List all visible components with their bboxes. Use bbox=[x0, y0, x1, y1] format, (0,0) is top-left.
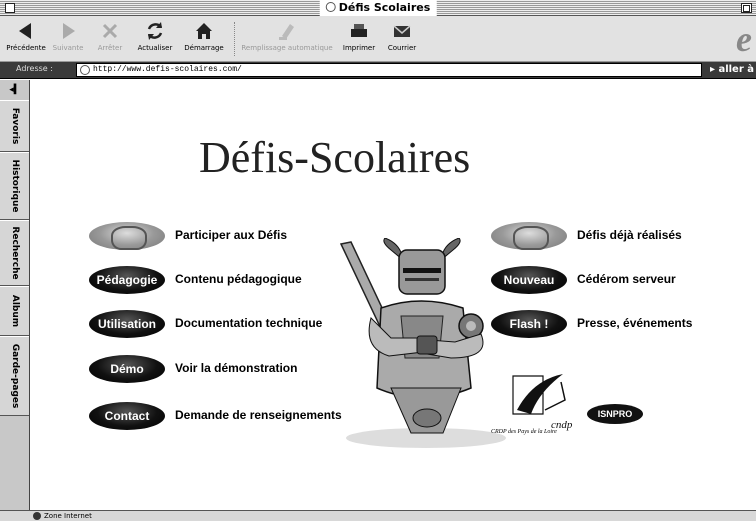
browser-toolbar: Précédente Suivante Arrêter Actualiser D… bbox=[0, 16, 756, 62]
stop-x-icon bbox=[102, 23, 118, 39]
sidebar-tab-garde-pages[interactable]: Garde-pages bbox=[0, 336, 29, 416]
sidebar-tab-album[interactable]: Album bbox=[0, 286, 29, 336]
menu-contact[interactable]: Contact Demande de renseignements bbox=[89, 402, 349, 430]
menu-demo[interactable]: Démo Voir la démonstration bbox=[89, 355, 349, 383]
home-button[interactable]: Démarrage bbox=[182, 20, 226, 52]
participer-button[interactable] bbox=[89, 222, 165, 250]
close-box[interactable] bbox=[5, 3, 15, 13]
flash-button[interactable]: Flash ! bbox=[491, 310, 567, 338]
collapse-sidebar-button[interactable]: ◂▍ bbox=[2, 83, 28, 97]
cndp-logo: cndp bbox=[512, 374, 573, 431]
toolbar-separator bbox=[234, 22, 235, 56]
mail-icon bbox=[393, 25, 411, 37]
url-text: http://www.defis-scolaires.com/ bbox=[93, 65, 242, 74]
address-bar: Adresse : http://www.defis-scolaires.com… bbox=[0, 62, 756, 79]
back-button[interactable]: Précédente bbox=[6, 20, 46, 52]
zoom-box[interactable] bbox=[741, 3, 752, 13]
refresh-button[interactable]: Actualiser bbox=[134, 20, 176, 52]
mail-button[interactable]: Courrier bbox=[384, 20, 420, 52]
window-title-bar[interactable]: Défis Scolaires bbox=[0, 0, 756, 16]
cndp-caption: CRDP des Pays de la Loire bbox=[491, 429, 557, 435]
page-url-icon bbox=[80, 65, 90, 75]
site-title: Défis-Scolaires bbox=[199, 133, 471, 182]
menu-utilisation[interactable]: Utilisation Documentation technique bbox=[89, 310, 349, 338]
menu-pedagogie[interactable]: Pédagogie Contenu pédagogique bbox=[89, 266, 349, 294]
pedagogie-button[interactable]: Pédagogie bbox=[89, 266, 165, 294]
menu-defis-realises[interactable]: Défis déjà réalisés bbox=[491, 222, 741, 250]
window-title: Défis Scolaires bbox=[319, 0, 437, 16]
sidebar-tab-favoris[interactable]: Favoris bbox=[0, 100, 29, 152]
sidebar-tab-recherche[interactable]: Recherche bbox=[0, 220, 29, 286]
back-arrow-icon bbox=[19, 23, 31, 39]
autofill-button[interactable]: Remplissage automatique bbox=[240, 20, 334, 52]
refresh-icon bbox=[147, 22, 163, 40]
home-icon bbox=[196, 23, 212, 39]
demo-button[interactable]: Démo bbox=[89, 355, 165, 383]
internet-zone-icon bbox=[33, 512, 41, 520]
url-field[interactable]: http://www.defis-scolaires.com/ bbox=[76, 63, 702, 77]
page-content: Défis-Scolaires Participer aux Défis Péd… bbox=[31, 80, 756, 510]
sidebar-tab-historique[interactable]: Historique bbox=[0, 152, 29, 220]
page-globe-icon bbox=[325, 2, 336, 12]
status-bar: Zone Internet bbox=[0, 510, 756, 521]
forward-arrow-icon bbox=[63, 23, 75, 39]
menu-flash[interactable]: Flash ! Presse, événements bbox=[491, 310, 741, 338]
menu-nouveau[interactable]: Nouveau Cédérom serveur bbox=[491, 266, 741, 294]
stop-button[interactable]: Arrêter bbox=[92, 20, 128, 52]
security-zone-label: Zone Internet bbox=[44, 512, 92, 520]
printer-icon bbox=[351, 24, 367, 37]
go-button[interactable]: ▸ aller à bbox=[710, 64, 754, 75]
address-label: Adresse : bbox=[16, 64, 53, 73]
explorer-bar: ◂▍ Favoris Historique Recherche Album Ga… bbox=[0, 80, 30, 510]
browser-logo: e bbox=[736, 19, 752, 59]
isnpro-logo[interactable]: ISNPRO bbox=[587, 404, 643, 424]
nouveau-button[interactable]: Nouveau bbox=[491, 266, 567, 294]
utilisation-button[interactable]: Utilisation bbox=[89, 310, 165, 338]
autofill-icon bbox=[279, 24, 294, 40]
print-button[interactable]: Imprimer bbox=[338, 20, 380, 52]
menu-participer[interactable]: Participer aux Défis bbox=[89, 222, 349, 250]
contact-button[interactable]: Contact bbox=[89, 402, 165, 430]
defis-realises-button[interactable] bbox=[491, 222, 567, 250]
forward-button[interactable]: Suivante bbox=[50, 20, 86, 52]
